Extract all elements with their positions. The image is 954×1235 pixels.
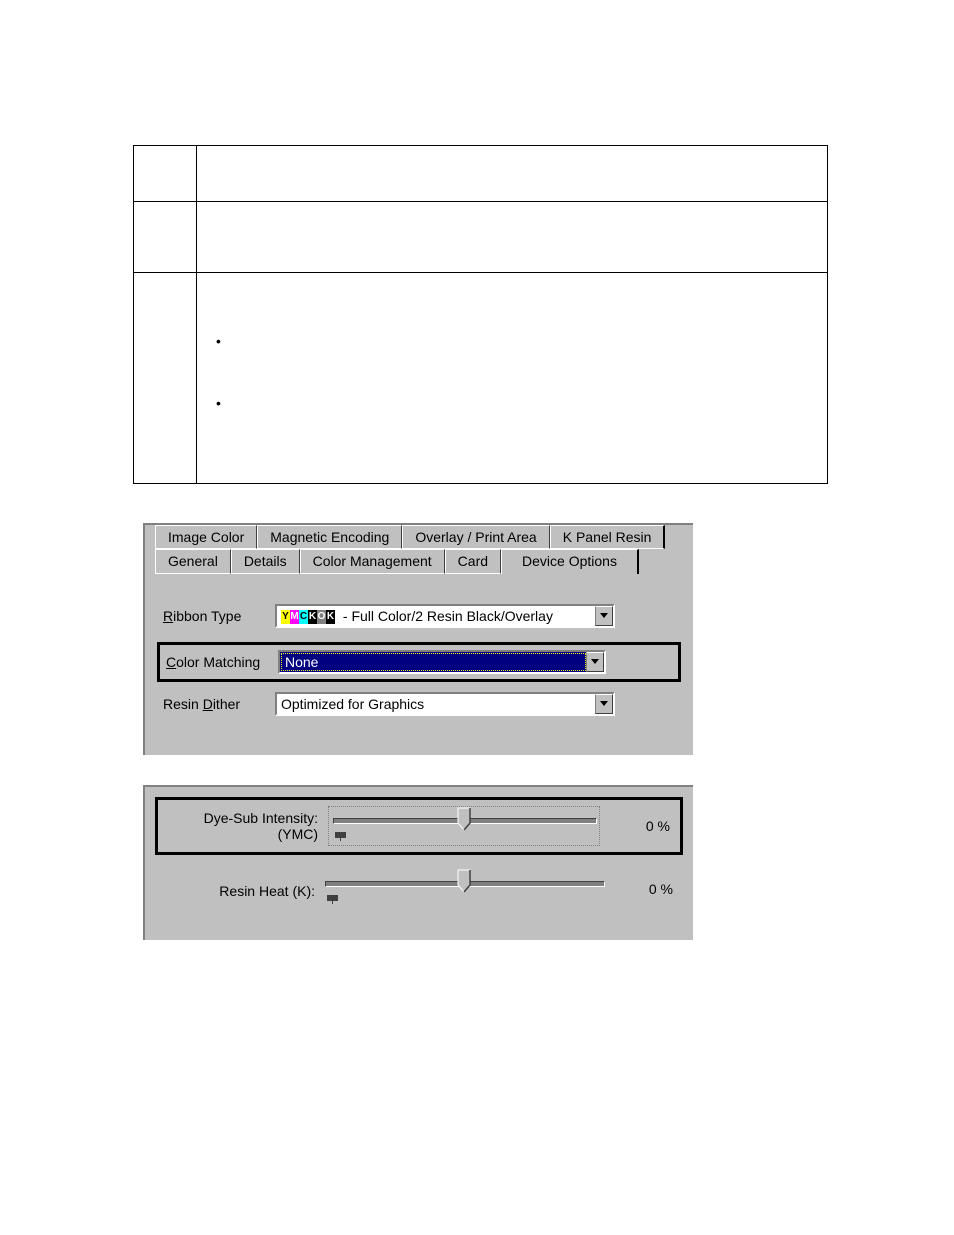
dye-sub-intensity-label: Dye-Sub Intensity: (YMC) bbox=[168, 810, 328, 842]
resin-dither-value: Optimized for Graphics bbox=[277, 696, 595, 712]
tab-label: Overlay / Print Area bbox=[415, 529, 536, 545]
dye-sub-intensity-row: Dye-Sub Intensity: (YMC) 0 % bbox=[155, 797, 683, 855]
bullet-2: • bbox=[216, 395, 221, 411]
tab-color-management[interactable]: Color Management bbox=[300, 549, 445, 574]
ribbon-type-row: Ribbon Type Y M C K O K - Full Color/2 R… bbox=[163, 604, 675, 628]
tab-overlay-print-area[interactable]: Overlay / Print Area bbox=[402, 525, 549, 549]
tab-label: Details bbox=[244, 553, 287, 569]
ribbon-type-combo[interactable]: Y M C K O K - Full Color/2 Resin Black/O… bbox=[275, 604, 615, 628]
tab-label: Color Management bbox=[313, 553, 432, 569]
resin-dither-combo[interactable]: Optimized for Graphics bbox=[275, 692, 615, 716]
tabs-row-front: General Details Color Management Card De… bbox=[145, 549, 693, 574]
tab-device-options[interactable]: Device Options bbox=[501, 549, 639, 574]
tab-magnetic-encoding[interactable]: Magnetic Encoding bbox=[257, 525, 402, 549]
resin-heat-row: Resin Heat (K): 0 % bbox=[155, 863, 683, 915]
dropdown-arrow-icon[interactable] bbox=[595, 606, 613, 626]
slider-thumb-icon[interactable] bbox=[457, 807, 471, 831]
resin-dither-label: Resin Dither bbox=[163, 696, 275, 712]
dye-sub-intensity-slider[interactable] bbox=[328, 806, 600, 846]
tab-label: Device Options bbox=[522, 553, 617, 569]
color-matching-label: Color Matching bbox=[166, 654, 278, 670]
resin-heat-value: 0 % bbox=[603, 881, 673, 897]
tab-image-color[interactable]: Image Color bbox=[155, 525, 257, 549]
tabs-row-back: Image Color Magnetic Encoding Overlay / … bbox=[145, 525, 693, 549]
tab-label: Card bbox=[458, 553, 488, 569]
device-options-dialog: Image Color Magnetic Encoding Overlay / … bbox=[143, 523, 693, 755]
intensity-sliders-panel: Dye-Sub Intensity: (YMC) 0 % Resin Heat … bbox=[143, 785, 693, 940]
tab-k-panel-resin[interactable]: K Panel Resin bbox=[550, 525, 666, 549]
resin-dither-row: Resin Dither Optimized for Graphics bbox=[163, 692, 675, 716]
color-matching-value: None bbox=[281, 653, 586, 671]
dropdown-arrow-icon[interactable] bbox=[586, 652, 604, 672]
slider-ticks bbox=[325, 895, 340, 904]
tab-label: K Panel Resin bbox=[563, 529, 652, 545]
ribbon-type-value: Y M C K O K - Full Color/2 Resin Black/O… bbox=[277, 608, 595, 624]
bullet-1: • bbox=[216, 333, 221, 349]
color-matching-combo[interactable]: None bbox=[278, 650, 606, 674]
slider-thumb-icon[interactable] bbox=[457, 869, 471, 893]
tab-general[interactable]: General bbox=[155, 549, 231, 574]
slider-ticks bbox=[333, 832, 348, 841]
resin-heat-slider[interactable] bbox=[325, 869, 603, 909]
tab-card[interactable]: Card bbox=[445, 549, 501, 574]
tab-label: General bbox=[168, 553, 218, 569]
dye-sub-intensity-value: 0 % bbox=[600, 818, 670, 834]
ymckok-icon: Y M C K O K bbox=[281, 610, 335, 624]
tab-label: Magnetic Encoding bbox=[270, 529, 389, 545]
tab-label: Image Color bbox=[168, 529, 244, 545]
ribbon-type-label: Ribbon Type bbox=[163, 608, 275, 624]
instruction-table bbox=[133, 145, 828, 484]
dropdown-arrow-icon[interactable] bbox=[595, 694, 613, 714]
color-matching-row-highlight: Color Matching None bbox=[157, 642, 681, 682]
resin-heat-label: Resin Heat (K): bbox=[165, 879, 325, 899]
tab-details[interactable]: Details bbox=[231, 549, 300, 574]
